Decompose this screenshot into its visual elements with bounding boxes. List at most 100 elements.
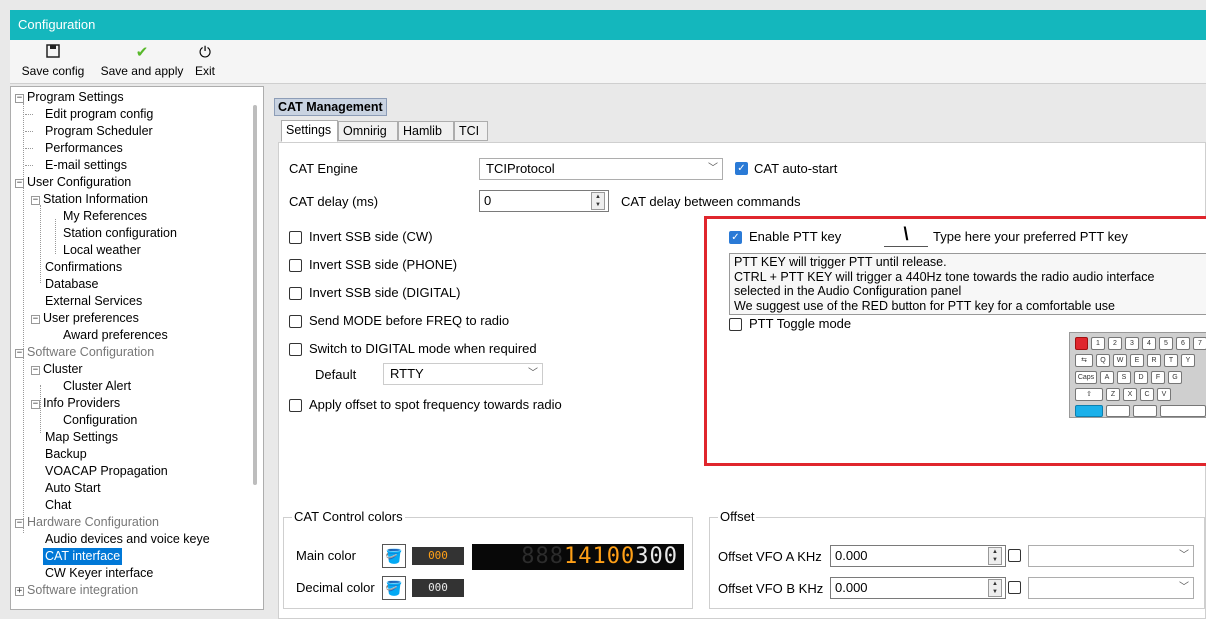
invert-ssb-digital-label: Invert SSB side (DIGITAL) <box>309 285 461 300</box>
tree-item-edit-program-config[interactable]: Edit program config <box>25 106 153 123</box>
exit-button[interactable]: ⏻ Exit <box>190 44 220 78</box>
ptt-info-text: PTT KEY will trigger PTT until release. … <box>729 253 1206 315</box>
collapse-icon: − <box>15 348 24 358</box>
save-and-apply-label: Save and apply <box>100 64 184 78</box>
tree-item-external-services[interactable]: External Services <box>45 293 142 310</box>
cat-engine-label: CAT Engine <box>289 161 358 176</box>
tree-item-my-references[interactable]: My References <box>63 208 147 225</box>
tree-item-cluster[interactable]: − Cluster <box>31 361 83 378</box>
power-icon: ⏻ <box>199 44 211 61</box>
settings-tree: − Program Settings Edit program config Pr… <box>10 86 264 610</box>
ptt-info-line: We suggest use of the RED button for PTT… <box>734 298 1115 313</box>
tree-item-station-configuration[interactable]: Station configuration <box>63 225 177 242</box>
tree-item-cat-interface[interactable]: CAT interface <box>43 548 123 565</box>
switch-digital-label: Switch to DIGITAL mode when required <box>309 341 537 356</box>
tree-item-backup[interactable]: Backup <box>45 446 87 463</box>
tree-item-user-configuration[interactable]: − User Configuration <box>15 174 131 191</box>
chevron-down-icon: ﹀ <box>708 163 718 174</box>
chevron-down-icon: ﹀ <box>1179 582 1189 593</box>
offset-vfo-b-select[interactable]: ﹀ <box>1028 577 1194 599</box>
invert-ssb-cw-checkbox[interactable] <box>289 231 302 244</box>
tree-item-configuration[interactable]: Configuration <box>63 412 137 429</box>
exit-label: Exit <box>194 64 215 78</box>
tree-item-program-scheduler[interactable]: Program Scheduler <box>25 123 153 140</box>
tab-omnirig[interactable]: Omnirig <box>338 121 398 141</box>
save-config-button[interactable]: Save config <box>18 44 88 78</box>
tree-item-software-integration[interactable]: + Software integration <box>15 582 138 599</box>
offset-vfo-b-spinner[interactable]: ▲ ▼ <box>988 579 1002 597</box>
floppy-disk-icon <box>18 44 88 62</box>
chevron-down-icon: ﹀ <box>1179 550 1189 561</box>
invert-ssb-digital-checkbox[interactable] <box>289 287 302 300</box>
save-config-label: Save config <box>21 64 85 78</box>
ptt-info-line: selected in the Audio Configuration pane… <box>734 284 962 298</box>
section-title: CAT Management <box>274 98 387 116</box>
invert-ssb-phone-checkbox[interactable] <box>289 259 302 272</box>
tab-tci[interactable]: TCI <box>454 121 488 141</box>
main-panel: CAT Management Settings Omnirig Hamlib T… <box>270 86 1206 619</box>
tree-item-map-settings[interactable]: Map Settings <box>45 429 118 446</box>
save-and-apply-button[interactable]: ✔ Save and apply <box>96 44 188 78</box>
tree-item-performances[interactable]: Performances <box>25 140 123 157</box>
paint-bucket-icon[interactable]: 🪣 <box>382 576 406 600</box>
tree-item-station-information[interactable]: − Station Information <box>31 191 148 208</box>
offset-vfo-a-input[interactable]: 0.000 <box>830 545 1006 567</box>
tree-item-voacap-propagation[interactable]: VOACAP Propagation <box>45 463 168 480</box>
enable-ptt-checkbox[interactable]: ✓ <box>729 231 742 244</box>
offset-vfo-b-checkbox[interactable] <box>1008 581 1021 594</box>
apply-offset-checkbox[interactable] <box>289 399 302 412</box>
offset-vfo-a-select[interactable]: ﹀ <box>1028 545 1194 567</box>
tree-item-software-configuration[interactable]: − Software Configuration <box>15 344 154 361</box>
tree-item-local-weather[interactable]: Local weather <box>63 242 141 259</box>
tree-item-auto-start[interactable]: Auto Start <box>45 480 101 497</box>
tree-item-hardware-configuration[interactable]: − Hardware Configuration <box>15 514 159 531</box>
invert-ssb-phone-label: Invert SSB side (PHONE) <box>309 257 458 272</box>
ptt-toggle-checkbox[interactable] <box>729 318 742 331</box>
tab-settings[interactable]: Settings <box>281 120 338 142</box>
default-mode-label: Default <box>315 367 357 382</box>
tree-item-award-preferences[interactable]: Award preferences <box>63 327 168 344</box>
cat-delay-input[interactable]: 0 <box>479 190 609 212</box>
expand-icon: + <box>15 586 24 596</box>
tree-item-database[interactable]: Database <box>45 276 99 293</box>
spin-up-icon: ▲ <box>992 581 998 587</box>
default-mode-select[interactable]: RTTY ﹀ <box>383 363 543 385</box>
window-title: Configuration <box>10 10 1206 40</box>
offset-vfo-b-input[interactable]: 0.000 <box>830 577 1006 599</box>
switch-digital-checkbox[interactable] <box>289 343 302 356</box>
toolbar: Save config ✔ Save and apply ⏻ Exit <box>10 40 1206 84</box>
send-mode-label: Send MODE before FREQ to radio <box>309 313 510 328</box>
invert-ssb-cw-label: Invert SSB side (CW) <box>309 229 433 244</box>
offset-vfo-a-label: Offset VFO A KHz <box>718 549 822 564</box>
cat-control-colors-group: CAT Control colors Main color 🪣 000 8881… <box>283 509 693 609</box>
spin-down-icon: ▼ <box>595 202 601 208</box>
tree-item-cluster-alert[interactable]: Cluster Alert <box>63 378 131 395</box>
offset-vfo-b-label: Offset VFO B KHz <box>718 581 824 596</box>
cat-autostart-checkbox[interactable]: ✓ <box>735 162 748 175</box>
cat-delay-spinner[interactable]: ▲ ▼ <box>591 192 605 210</box>
offset-vfo-a-spinner[interactable]: ▲ ▼ <box>988 547 1002 565</box>
tree-scrollbar[interactable] <box>253 105 257 485</box>
tree-item-chat[interactable]: Chat <box>45 497 71 514</box>
spin-down-icon: ▼ <box>992 589 998 595</box>
frequency-display: 88814100300 <box>472 544 684 570</box>
cat-engine-select[interactable]: TCIProtocol ﹀ <box>479 158 723 180</box>
tree-item-email-settings[interactable]: E-mail settings <box>25 157 127 174</box>
ptt-key-input[interactable]: \ <box>884 223 928 247</box>
tree-item-user-preferences[interactable]: − User preferences <box>31 310 139 327</box>
paint-bucket-icon[interactable]: 🪣 <box>382 544 406 568</box>
default-mode-value: RTTY <box>390 366 424 381</box>
offset-vfo-a-checkbox[interactable] <box>1008 549 1021 562</box>
main-color-label: Main color <box>296 548 356 563</box>
tree-item-cw-keyer-interface[interactable]: CW Keyer interface <box>45 565 153 582</box>
tab-hamlib[interactable]: Hamlib <box>398 121 454 141</box>
tree-item-audio-devices[interactable]: Audio devices and voice keye <box>45 531 210 548</box>
cat-engine-value: TCIProtocol <box>486 161 555 176</box>
tree-item-confirmations[interactable]: Confirmations <box>45 259 122 276</box>
cat-autostart-label: CAT auto-start <box>754 161 838 176</box>
send-mode-checkbox[interactable] <box>289 315 302 328</box>
settings-panel: CAT Engine TCIProtocol ﹀ ✓ CAT auto-star… <box>278 142 1206 619</box>
tree-item-info-providers[interactable]: − Info Providers <box>31 395 120 412</box>
collapse-icon: − <box>31 365 40 375</box>
tree-item-program-settings[interactable]: − Program Settings <box>15 89 124 106</box>
